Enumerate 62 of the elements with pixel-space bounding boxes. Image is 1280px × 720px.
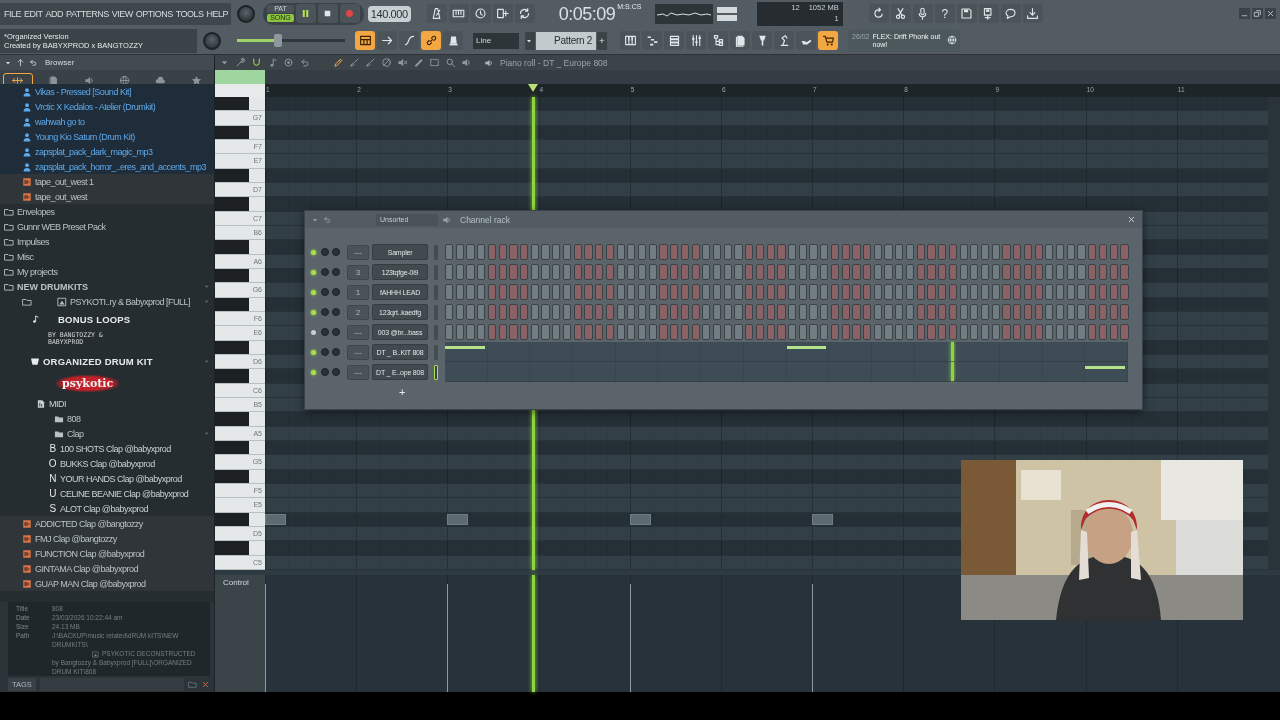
tree-item[interactable]: GUAP MAN Clap @babyxprod [0, 576, 214, 591]
menu-item[interactable]: FILE [4, 8, 21, 19]
tree-item[interactable]: Vikas - Pressed [Sound Kit] [0, 84, 214, 99]
add-pattern-button[interactable]: + [597, 31, 607, 50]
tree-item[interactable]: S ALOT Clap @babyxprod [0, 501, 214, 516]
tree-item[interactable]: tape_out_west [0, 189, 214, 204]
tree-item[interactable]: Young Kio Saturn (Drum Kit) [0, 129, 214, 144]
menu-item[interactable]: OPTIONS [135, 8, 173, 19]
menu-item[interactable]: VIEW [111, 8, 133, 19]
tree-item[interactable]: N YOUR HANDS Clap @babyxprod [0, 471, 214, 486]
panel-title: Browser [45, 58, 75, 67]
menu-item[interactable]: EDIT [24, 8, 43, 19]
tree-item[interactable]: O BUKKS Clap @babyxprod [0, 456, 214, 471]
tree-item[interactable]: GINTAMA Clap @babyxprod [0, 561, 214, 576]
tree-item[interactable]: BONUS LOOPS [0, 309, 214, 329]
letter-mark: S [48, 503, 57, 514]
menu-item[interactable]: TOOLS [175, 8, 204, 19]
tree-item[interactable]: Misc [0, 249, 214, 264]
tempo-display[interactable]: 140.000 [367, 5, 411, 22]
letter-mark: O [48, 458, 57, 469]
pattern-selector[interactable]: Pattern 2 [536, 31, 596, 50]
mixer-track-field[interactable]: --- [347, 344, 369, 360]
lane-label[interactable]: Control [215, 575, 265, 692]
letter-mark: U [48, 488, 57, 499]
tree-item[interactable]: PSYKOTI..ry & Babyxprod [FULL] [0, 294, 214, 309]
tree-item[interactable]: wahwah go to [0, 114, 214, 129]
tree-item[interactable]: Envelopes [0, 204, 214, 219]
menu-item[interactable]: HELP [206, 8, 229, 19]
tree-item[interactable]: MIDI [0, 396, 214, 411]
snap-dropdown[interactable]: Line [473, 32, 519, 49]
tree-item[interactable]: Clap [0, 426, 214, 441]
tree-item[interactable]: FUNCTION Clap @babyxprod [0, 546, 214, 561]
mixer-track-field[interactable]: --- [347, 364, 369, 380]
window-title: Channel rack [460, 214, 511, 225]
tree-item[interactable]: Vrctic X Kedalos - Atelier (Drumkit) [0, 99, 214, 114]
tree-item[interactable]: zapsplat_pack_horror_..eres_and_accents_mp3 [0, 159, 214, 174]
logo: psykotic [56, 375, 120, 392]
toolbar-button[interactable]: ? [934, 4, 955, 23]
mixer-track-field[interactable]: 1 [347, 284, 369, 300]
letter-mark: B [48, 443, 57, 454]
tree-item[interactable]: 808 [0, 411, 214, 426]
tree-item[interactable]: B 100 SHOTS Clap @babyxprod [0, 441, 214, 456]
mixer-track-field[interactable]: 2 [347, 304, 369, 320]
mixer-track-field[interactable]: --- [347, 324, 369, 340]
mixer-track-field[interactable]: --- [347, 244, 369, 260]
tree-item[interactable]: My projects [0, 264, 214, 279]
menu-item[interactable]: PATTERNS [66, 8, 109, 19]
tree-item[interactable]: U CELINE BEANIE Clap @babyxprod [0, 486, 214, 501]
tree-item[interactable]: NEW DRUMKITS [0, 279, 214, 294]
window-title: Piano roll - DT _ Europe 808 [500, 57, 608, 68]
tree-item[interactable]: Impulses [0, 234, 214, 249]
tree-item[interactable]: zapsplat_pack_dark_magic_mp3 [0, 144, 214, 159]
add-channel-button[interactable]: + [397, 386, 408, 398]
letter-mark: N [48, 473, 57, 484]
tree-item[interactable]: ORGANIZED DRUM KIT [0, 351, 214, 371]
tree-item[interactable]: FMJ Clap @bangtozzy [0, 531, 214, 546]
tree-item[interactable]: tape_out_west 1 [0, 174, 214, 189]
tree-item[interactable]: Gunnr WEB Preset Pack [0, 219, 214, 234]
menu-item[interactable]: ADD [45, 8, 64, 19]
tree-item[interactable]: ADDICTED Clap @bangtozzy [0, 516, 214, 531]
time-display: 0:05:09 [558, 2, 616, 25]
mixer-track-field[interactable]: 3 [347, 264, 369, 280]
